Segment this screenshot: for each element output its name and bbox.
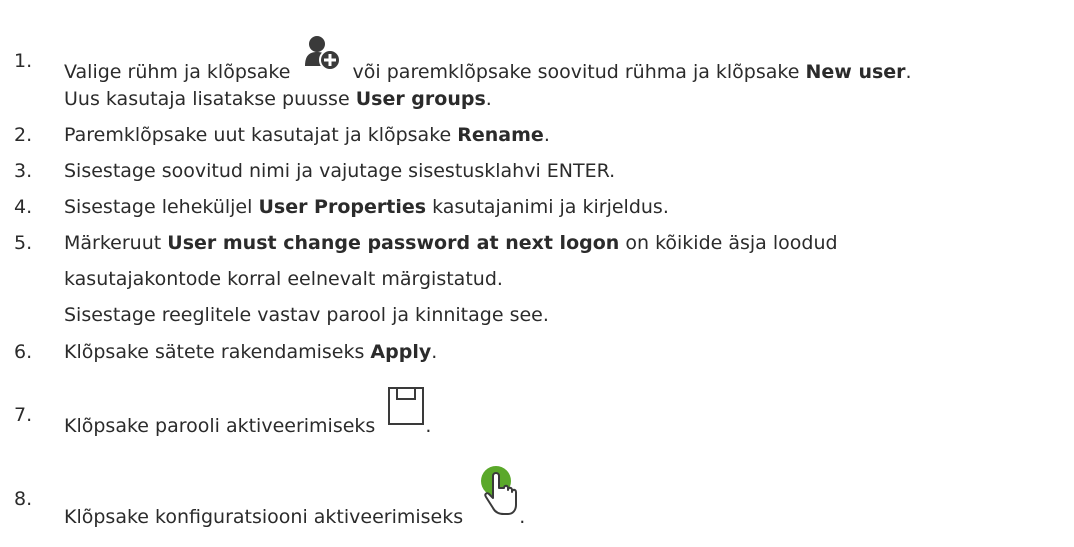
step-text: on kõikide äsja loodud bbox=[625, 232, 838, 254]
ui-term: New user bbox=[805, 61, 906, 83]
step-number: 3. bbox=[14, 160, 33, 182]
step-number: 2. bbox=[14, 124, 33, 146]
step-text: Paremklõpsake uut kasutajat ja klõpsake bbox=[64, 124, 452, 146]
step-number: 6. bbox=[14, 341, 33, 363]
ui-term: User Properties bbox=[258, 196, 427, 218]
step-text: Klõpsake sätete rakendamiseks bbox=[64, 341, 365, 363]
step-text: Märkeruut bbox=[64, 232, 162, 254]
step-text: või paremklõpsake soovitud rühma ja klõp… bbox=[352, 61, 800, 83]
step-text: kasutajanimi ja kirjeldus. bbox=[432, 196, 669, 218]
step-text: Valige rühm ja klõpsake bbox=[64, 61, 291, 83]
ui-term: User must change password at next logon bbox=[167, 232, 620, 254]
step-text: Sisestage leheküljel bbox=[64, 196, 253, 218]
save-icon[interactable] bbox=[387, 386, 425, 431]
step-text: Klõpsake konfiguratsiooni aktiveerimisek… bbox=[64, 506, 464, 528]
add-user-icon[interactable] bbox=[303, 34, 343, 79]
step-text: Sisestage reeglitele vastav parool ja ki… bbox=[64, 304, 549, 326]
step-text: Klõpsake parooli aktiveerimiseks bbox=[64, 415, 376, 437]
step-text: Uus kasutaja lisatakse puusse bbox=[64, 88, 350, 110]
ui-term: Apply bbox=[370, 341, 432, 363]
ui-term: User groups bbox=[355, 88, 486, 110]
step-number: 4. bbox=[14, 196, 33, 218]
step-number: 5. bbox=[14, 232, 33, 254]
step-text: kasutajakontode korral eelnevalt märgist… bbox=[64, 268, 503, 290]
step-text: Sisestage soovitud nimi ja vajutage sise… bbox=[64, 160, 616, 182]
ui-term: Rename bbox=[457, 124, 544, 146]
step-number: 7. bbox=[14, 404, 33, 426]
step-number: 1. bbox=[14, 50, 33, 72]
activate-hand-icon[interactable] bbox=[477, 464, 519, 523]
step-number: 8. bbox=[14, 488, 33, 510]
